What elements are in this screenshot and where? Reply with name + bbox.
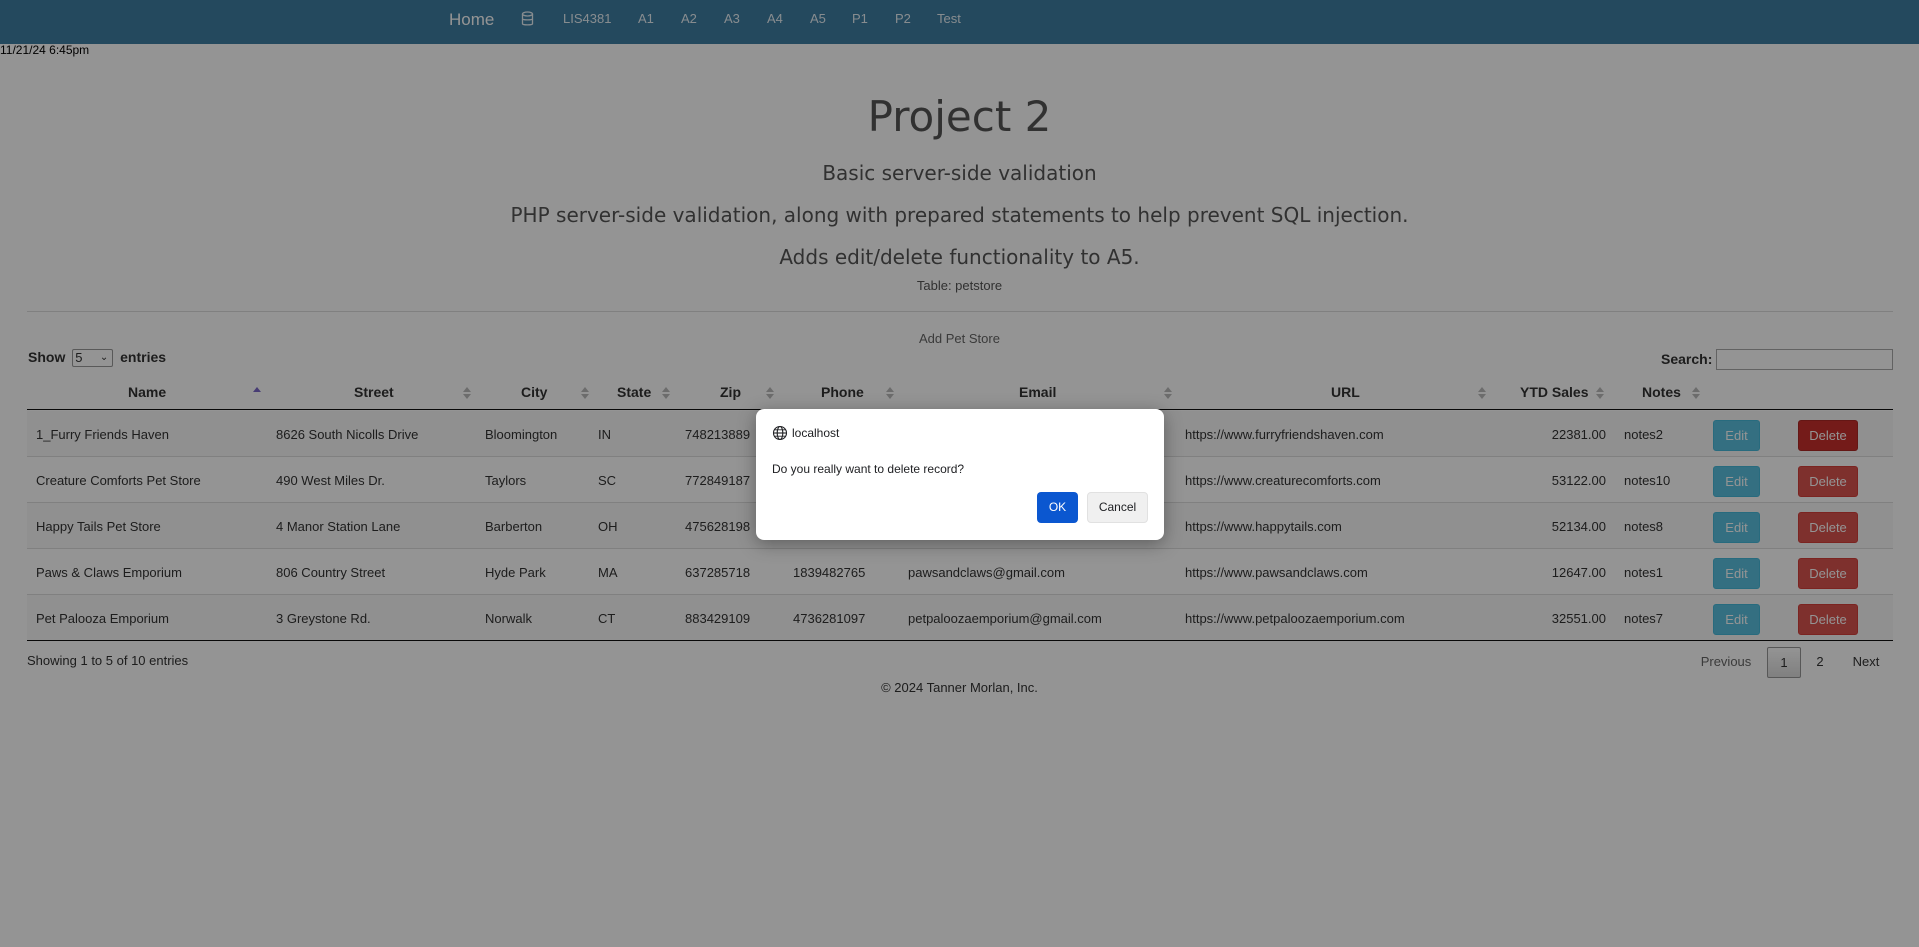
confirm-dialog: localhost Do you really want to delete r… — [756, 409, 1164, 540]
dialog-origin: localhost — [792, 426, 840, 440]
ok-button[interactable]: OK — [1037, 492, 1078, 523]
globe-icon — [772, 425, 788, 441]
cancel-button[interactable]: Cancel — [1087, 492, 1148, 523]
dialog-message: Do you really want to delete record? — [772, 462, 965, 476]
